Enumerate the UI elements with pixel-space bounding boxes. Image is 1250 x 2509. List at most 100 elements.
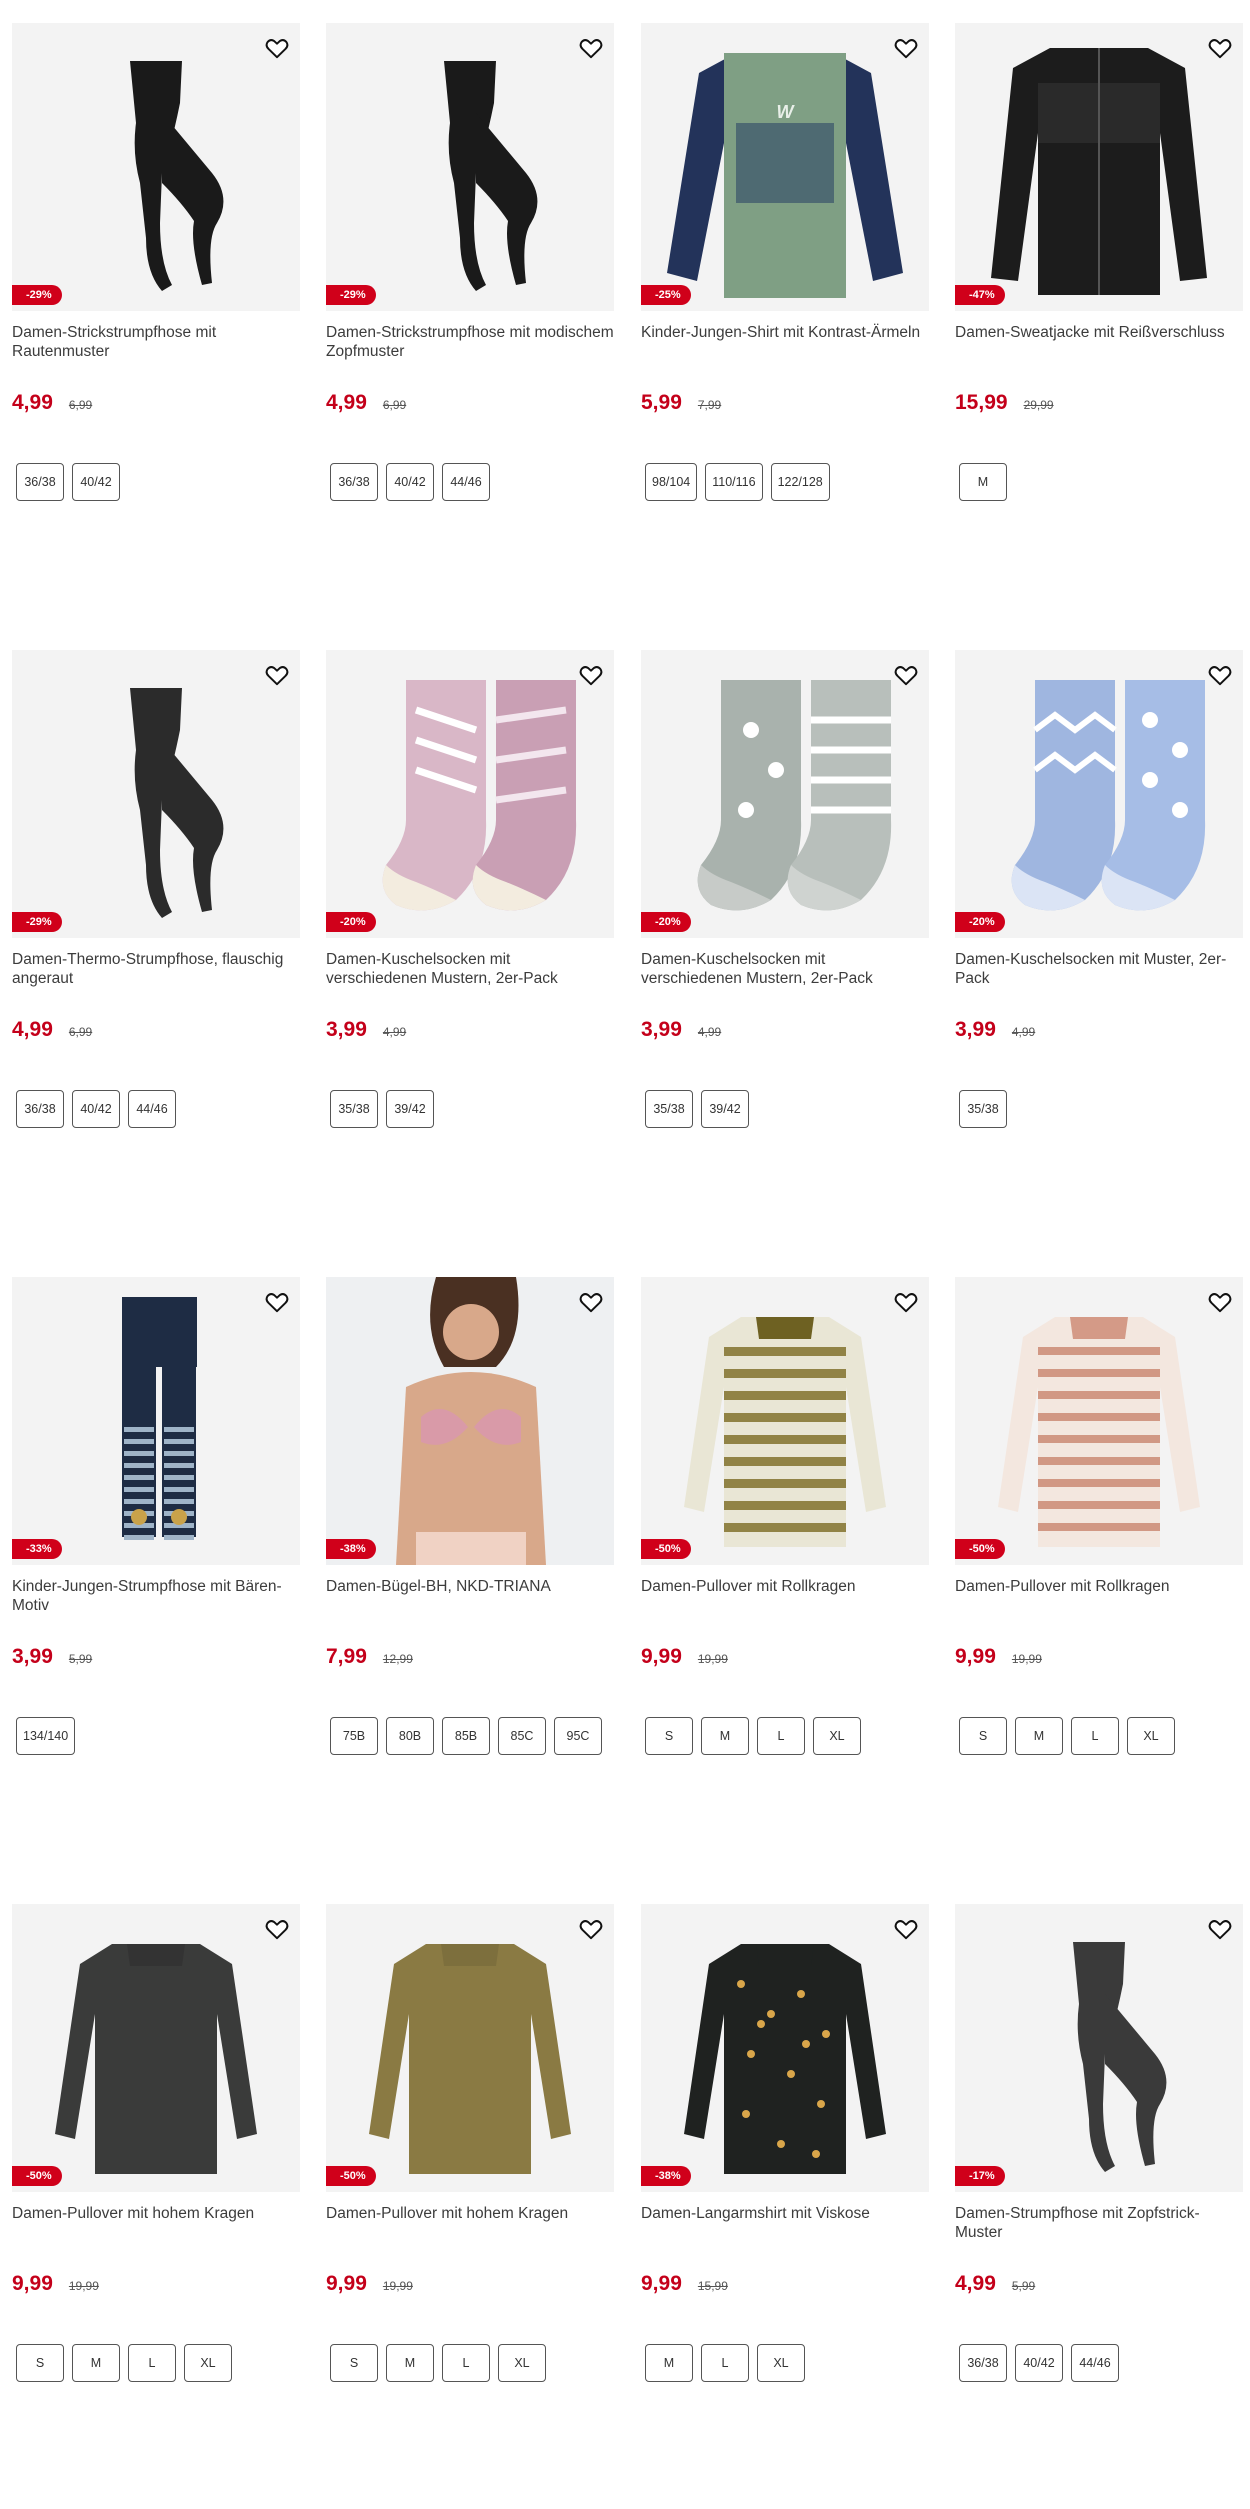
- product-title[interactable]: Damen-Pullover mit Rollkragen: [955, 1577, 1243, 1617]
- product-card[interactable]: -29% Damen-Strickstrumpfhose mit modische…: [326, 23, 614, 501]
- product-title[interactable]: Damen-Strickstrumpfhose mit Rautenmuster: [12, 323, 300, 363]
- product-image[interactable]: -29%: [326, 23, 614, 311]
- wishlist-heart-icon[interactable]: [893, 1289, 919, 1315]
- size-button[interactable]: XL: [184, 2344, 232, 2382]
- size-button[interactable]: L: [701, 2344, 749, 2382]
- size-button[interactable]: 98/104: [645, 463, 698, 501]
- product-image[interactable]: -20%: [641, 650, 929, 938]
- product-title[interactable]: Damen-Strickstrumpfhose mit modischem Zo…: [326, 323, 614, 363]
- product-title[interactable]: Damen-Kuschelsocken mit Muster, 2er-Pack: [955, 950, 1243, 990]
- product-image[interactable]: -50%: [955, 1277, 1243, 1565]
- size-button[interactable]: S: [645, 1717, 693, 1755]
- wishlist-heart-icon[interactable]: [893, 35, 919, 61]
- product-card[interactable]: -20% Damen-Kuschelsocken mit verschiedene…: [326, 650, 614, 1128]
- size-button[interactable]: L: [442, 2344, 490, 2382]
- wishlist-heart-icon[interactable]: [578, 35, 604, 61]
- product-card[interactable]: -20% Damen-Kuschelsocken mit Muster, 2er-…: [955, 650, 1243, 1128]
- size-button[interactable]: 44/46: [442, 463, 490, 501]
- product-image[interactable]: -20%: [955, 650, 1243, 938]
- product-card[interactable]: -38% Damen-Bügel-BH, NKD-TRIANA 7,99 12,99 7…: [326, 1277, 614, 1755]
- wishlist-heart-icon[interactable]: [1207, 1289, 1233, 1315]
- size-button[interactable]: S: [959, 1717, 1007, 1755]
- product-card[interactable]: -47% Damen-Sweatjacke mit Reißverschluss 1…: [955, 23, 1243, 501]
- size-button[interactable]: M: [72, 2344, 120, 2382]
- size-button[interactable]: 35/38: [959, 1090, 1007, 1128]
- product-image[interactable]: -29%: [12, 23, 300, 311]
- product-image[interactable]: -17%: [955, 1904, 1243, 2192]
- size-button[interactable]: 36/38: [959, 2344, 1007, 2382]
- product-image[interactable]: -33%: [12, 1277, 300, 1565]
- product-card[interactable]: -50% Damen-Pullover mit Rollkragen 9,99 19,…: [955, 1277, 1243, 1755]
- wishlist-heart-icon[interactable]: [893, 662, 919, 688]
- product-image[interactable]: W -25%: [641, 23, 929, 311]
- product-card[interactable]: -50% Damen-Pullover mit hohem Kragen 9,99 1…: [12, 1904, 300, 2382]
- size-button[interactable]: L: [1071, 1717, 1119, 1755]
- product-image[interactable]: -50%: [12, 1904, 300, 2192]
- size-button[interactable]: 44/46: [1071, 2344, 1119, 2382]
- size-button[interactable]: XL: [757, 2344, 805, 2382]
- size-button[interactable]: 40/42: [72, 463, 120, 501]
- wishlist-heart-icon[interactable]: [1207, 35, 1233, 61]
- product-title[interactable]: Kinder-Jungen-Strumpfhose mit Bären-Moti…: [12, 1577, 300, 1617]
- size-button[interactable]: 36/38: [16, 463, 64, 501]
- wishlist-heart-icon[interactable]: [264, 662, 290, 688]
- product-card[interactable]: -33% Kinder-Jungen-Strumpfhose mit Bären-…: [12, 1277, 300, 1755]
- size-button[interactable]: 80B: [386, 1717, 434, 1755]
- wishlist-heart-icon[interactable]: [893, 1916, 919, 1942]
- product-image[interactable]: -50%: [326, 1904, 614, 2192]
- size-button[interactable]: 122/128: [770, 463, 830, 501]
- product-card[interactable]: -29% Damen-Thermo-Strumpfhose, flauschig …: [12, 650, 300, 1128]
- size-button[interactable]: M: [959, 463, 1007, 501]
- wishlist-heart-icon[interactable]: [1207, 662, 1233, 688]
- product-title[interactable]: Damen-Strumpfhose mit Zopfstrick-Muster: [955, 2204, 1243, 2244]
- product-title[interactable]: Damen-Langarmshirt mit Viskose: [641, 2204, 929, 2244]
- size-button[interactable]: 44/46: [128, 1090, 176, 1128]
- size-button[interactable]: 36/38: [16, 1090, 64, 1128]
- product-card[interactable]: -38% Damen-Langarmshirt mit Viskose 9,99 15…: [641, 1904, 929, 2382]
- size-button[interactable]: 36/38: [330, 463, 378, 501]
- size-button[interactable]: 40/42: [72, 1090, 120, 1128]
- wishlist-heart-icon[interactable]: [264, 35, 290, 61]
- product-image[interactable]: -20%: [326, 650, 614, 938]
- product-title[interactable]: Kinder-Jungen-Shirt mit Kontrast-Ärmeln: [641, 323, 929, 363]
- size-button[interactable]: 40/42: [386, 463, 434, 501]
- product-title[interactable]: Damen-Kuschelsocken mit verschiedenen Mu…: [641, 950, 929, 990]
- wishlist-heart-icon[interactable]: [1207, 1916, 1233, 1942]
- product-card[interactable]: -29% Damen-Strickstrumpfhose mit Rautenmu…: [12, 23, 300, 501]
- product-card[interactable]: -17% Damen-Strumpfhose mit Zopfstrick-Mus…: [955, 1904, 1243, 2382]
- size-button[interactable]: 75B: [330, 1717, 378, 1755]
- product-image[interactable]: -50%: [641, 1277, 929, 1565]
- product-image[interactable]: -38%: [641, 1904, 929, 2192]
- size-button[interactable]: 39/42: [701, 1090, 749, 1128]
- size-button[interactable]: 35/38: [645, 1090, 693, 1128]
- product-card[interactable]: W -25% Kinder-Jungen-Shirt mit Kontrast-Är…: [641, 23, 929, 501]
- size-button[interactable]: XL: [498, 2344, 546, 2382]
- product-card[interactable]: -50% Damen-Pullover mit Rollkragen 9,99 19,…: [641, 1277, 929, 1755]
- product-card[interactable]: -20% Damen-Kuschelsocken mit verschiedene…: [641, 650, 929, 1128]
- size-button[interactable]: M: [1015, 1717, 1063, 1755]
- size-button[interactable]: 85C: [498, 1717, 546, 1755]
- product-title[interactable]: Damen-Bügel-BH, NKD-TRIANA: [326, 1577, 614, 1617]
- product-title[interactable]: Damen-Kuschelsocken mit verschiedenen Mu…: [326, 950, 614, 990]
- size-button[interactable]: L: [128, 2344, 176, 2382]
- size-button[interactable]: 85B: [442, 1717, 490, 1755]
- product-title[interactable]: Damen-Pullover mit hohem Kragen: [12, 2204, 300, 2244]
- product-title[interactable]: Damen-Sweatjacke mit Reißverschluss: [955, 323, 1243, 363]
- wishlist-heart-icon[interactable]: [264, 1289, 290, 1315]
- product-title[interactable]: Damen-Pullover mit hohem Kragen: [326, 2204, 614, 2244]
- size-button[interactable]: 40/42: [1015, 2344, 1063, 2382]
- size-button[interactable]: L: [757, 1717, 805, 1755]
- size-button[interactable]: 39/42: [386, 1090, 434, 1128]
- size-button[interactable]: M: [701, 1717, 749, 1755]
- product-title[interactable]: Damen-Pullover mit Rollkragen: [641, 1577, 929, 1617]
- size-button[interactable]: 35/38: [330, 1090, 378, 1128]
- product-card[interactable]: -50% Damen-Pullover mit hohem Kragen 9,99 1…: [326, 1904, 614, 2382]
- wishlist-heart-icon[interactable]: [578, 1289, 604, 1315]
- product-image[interactable]: -47%: [955, 23, 1243, 311]
- size-button[interactable]: S: [330, 2344, 378, 2382]
- size-button[interactable]: 95C: [554, 1717, 602, 1755]
- wishlist-heart-icon[interactable]: [578, 1916, 604, 1942]
- size-button[interactable]: XL: [1127, 1717, 1175, 1755]
- size-button[interactable]: 134/140: [16, 1717, 76, 1755]
- size-button[interactable]: M: [645, 2344, 693, 2382]
